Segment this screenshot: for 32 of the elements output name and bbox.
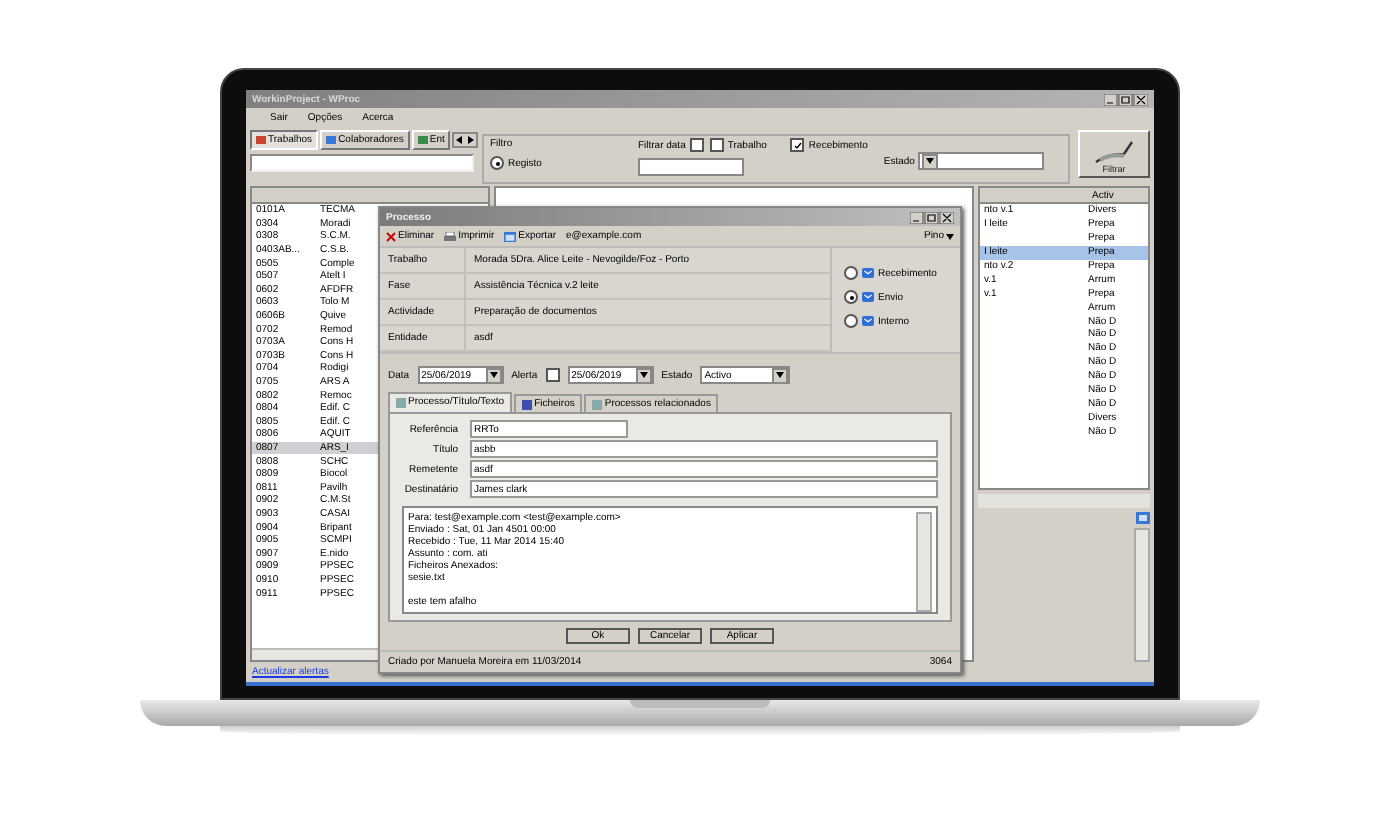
- checkbox[interactable]: [790, 138, 805, 152]
- mail-icon: [862, 268, 874, 278]
- checkbox[interactable]: [689, 138, 704, 152]
- dropdown-arrow-icon[interactable]: [772, 367, 789, 383]
- date-field[interactable]: [637, 158, 744, 176]
- radio-button[interactable]: [844, 266, 858, 280]
- dropdown-arrow-icon[interactable]: [635, 367, 652, 383]
- printer-icon: [444, 231, 457, 241]
- window-buttons-icon[interactable]: [910, 211, 954, 223]
- caret-icon: [946, 233, 954, 239]
- window-icon: [504, 231, 517, 241]
- tab-icon: [592, 399, 603, 409]
- radio-button[interactable]: [844, 290, 858, 304]
- search-field[interactable]: [250, 154, 474, 172]
- radio-button[interactable]: [490, 156, 504, 170]
- delete-icon: [386, 231, 396, 241]
- checkbox[interactable]: [545, 368, 560, 382]
- tab-icon: [522, 399, 533, 409]
- tab-icon: [326, 136, 337, 144]
- window-buttons-icon[interactable]: [1104, 93, 1148, 105]
- radio-button[interactable]: [844, 314, 858, 328]
- mail-icon: [862, 292, 874, 302]
- mail-icon: [862, 316, 874, 326]
- tab-icon: [396, 397, 406, 407]
- tab-icon: [256, 136, 266, 144]
- checkbox[interactable]: [709, 138, 724, 152]
- dropdown-arrow-icon[interactable]: [485, 367, 502, 383]
- dropdown-arrow-icon[interactable]: [922, 153, 939, 169]
- tab-icon: [417, 136, 428, 144]
- scrollbar[interactable]: [1134, 528, 1150, 662]
- scroll-arrows-icon[interactable]: [452, 132, 479, 148]
- curve-icon: [1092, 136, 1136, 164]
